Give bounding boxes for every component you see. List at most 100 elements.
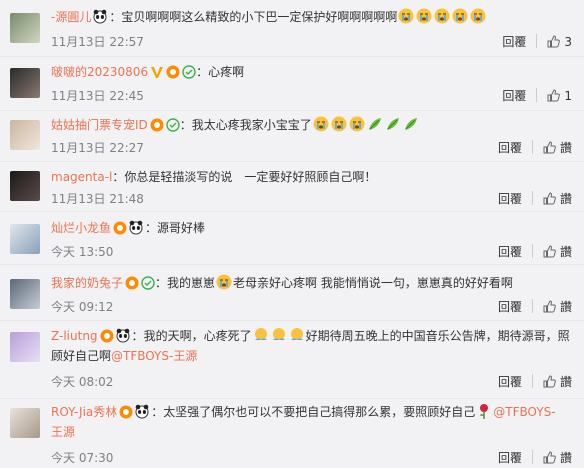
thumbs-up-icon: [543, 141, 556, 154]
comment-text: 我的崽崽: [167, 276, 216, 290]
crying-emoji-icon: [216, 274, 232, 290]
avatar[interactable]: [10, 68, 40, 98]
comment-line: 顾好自己啊@TFBOYS-王源: [51, 346, 572, 366]
comment-actions: 回覆 1: [502, 87, 572, 104]
timestamp: 今天 13:50: [51, 245, 114, 259]
comment-list: -源圓儿 ：宝贝啊啊啊这么精致的小下巴一定保护好啊啊啊啊啊 11月13日 22:5…: [0, 0, 584, 468]
timestamp: 今天 07:30: [51, 451, 114, 465]
like-count: 1: [564, 89, 572, 103]
reply-button[interactable]: 回覆: [502, 89, 526, 103]
like-button[interactable]: 3: [547, 35, 572, 49]
avatar[interactable]: [10, 13, 40, 43]
thumbs-up-icon: [543, 300, 556, 313]
panda-icon: [116, 328, 130, 343]
like-count: 讚: [559, 245, 572, 259]
comment-text: 好期待周五晚上的中国音乐公告牌，期待源哥，照: [305, 329, 570, 343]
comment-text: 源哥好棒: [157, 221, 206, 235]
thumbs-up-icon: [547, 35, 561, 48]
comment-line: 啵啵的20230806 ：心疼啊: [51, 65, 245, 79]
comment-actions: 回覆 讚: [498, 373, 572, 390]
comment-text: 宝贝啊啊啊这么精致的小下巴一定保护好啊啊啊啊啊: [121, 10, 398, 24]
member-level-icon: [113, 221, 127, 235]
reply-button[interactable]: 回覆: [498, 141, 522, 155]
reply-button[interactable]: 回覆: [498, 192, 522, 206]
thumbs-up-icon: [543, 192, 556, 205]
thumbs-up-icon: [543, 375, 556, 388]
hug-emoji-icon: [254, 328, 267, 340]
leaf-icon: [368, 118, 381, 130]
avatar[interactable]: [10, 332, 40, 362]
like-button[interactable]: 讚: [543, 192, 572, 206]
comment-item: 灿烂小龙鱼 ：源哥好棒 今天 13:50 回覆 讚: [0, 212, 584, 265]
username-link[interactable]: 姑姑抽门票专宠ID: [51, 118, 148, 132]
username-link[interactable]: magenta-l: [51, 170, 112, 184]
avatar[interactable]: [10, 224, 40, 254]
username-link[interactable]: Z-liutng: [51, 329, 98, 343]
like-count: 3: [564, 35, 572, 49]
comment-item: 啵啵的20230806 ：心疼啊 11月13日 22:45 回覆 1: [0, 57, 584, 111]
divider: [531, 244, 533, 258]
avatar[interactable]: [10, 279, 40, 309]
comment-actions: 回覆 讚: [498, 139, 572, 156]
reply-button[interactable]: 回覆: [502, 35, 526, 49]
crying-emoji-icon: [331, 116, 347, 132]
comment-actions: 回覆 讚: [498, 190, 572, 207]
username-link[interactable]: ROY-Jia秀林: [51, 405, 117, 419]
divider: [531, 450, 533, 464]
username-link[interactable]: 啵啵的20230806: [51, 65, 148, 79]
comment-text: 老母亲好心疼啊 我能悄悄说一句，崽崽真的好好看啊: [233, 276, 513, 290]
like-button[interactable]: 讚: [543, 300, 572, 314]
timestamp: 11月13日 22:27: [51, 141, 144, 155]
crying-emoji-icon: [434, 8, 450, 24]
reply-button[interactable]: 回覆: [498, 375, 522, 389]
reply-button[interactable]: 回覆: [498, 245, 522, 259]
comment-line: 灿烂小龙鱼 ：源哥好棒: [51, 220, 206, 235]
timestamp: 11月13日 22:45: [51, 89, 144, 103]
comment-text: 太坚强了偶尔也可以不要把自己搞得那么累，要照顾好自己: [163, 405, 476, 419]
comment-actions: 回覆 讚: [498, 298, 572, 315]
mention-link[interactable]: 王源: [51, 425, 75, 439]
thumbs-up-icon: [543, 245, 556, 258]
avatar[interactable]: [10, 408, 40, 438]
comment-item: magenta-l：你总是轻描淡写的说 一定要好好照顾自己啊！ 11月13日 2…: [0, 162, 584, 212]
crying-emoji-icon: [398, 8, 414, 24]
comment-line: ROY-Jia秀林 ：太坚强了偶尔也可以不要把自己搞得那么累，要照顾好自己 @TFB…: [51, 404, 556, 419]
comment-item: Z-liutng ：我的天啊，心疼死了 好期待周五晚上的中国音乐公告牌，期待源哥，照…: [0, 321, 584, 399]
like-button[interactable]: 讚: [543, 375, 572, 389]
username-link[interactable]: 我家的奶兔子: [51, 276, 123, 290]
like-button[interactable]: 讚: [543, 141, 572, 155]
comment-line: magenta-l：你总是轻描淡写的说 一定要好好照顾自己啊！: [51, 170, 377, 184]
member-level-icon: [125, 276, 139, 290]
divider: [531, 299, 533, 313]
like-count: 讚: [559, 141, 572, 155]
divider: [536, 88, 538, 102]
username-link[interactable]: 灿烂小龙鱼: [51, 221, 111, 235]
mention-link[interactable]: @TFBOYS-王源: [111, 349, 197, 363]
vip-badge-icon: [151, 67, 164, 78]
comment-text: 我的天啊，心疼死了: [143, 329, 252, 343]
like-count: 讚: [559, 192, 572, 206]
like-button[interactable]: 讚: [543, 451, 572, 465]
like-button[interactable]: 讚: [543, 245, 572, 259]
comment-actions: 回覆 讚: [498, 449, 572, 466]
comment-line: 王源: [51, 422, 572, 442]
avatar[interactable]: [10, 171, 40, 201]
reply-button[interactable]: 回覆: [498, 451, 522, 465]
username-link[interactable]: -源圓儿: [51, 10, 91, 24]
like-button[interactable]: 1: [547, 89, 572, 103]
avatar[interactable]: [10, 120, 40, 150]
comment-item: ROY-Jia秀林 ：太坚强了偶尔也可以不要把自己搞得那么累，要照顾好自己 @TFB…: [0, 399, 584, 468]
member-level-icon: [119, 405, 133, 419]
reply-button[interactable]: 回覆: [498, 300, 522, 314]
comment-item: 姑姑抽门票专宠ID ：我太心疼我家小宝宝了 11月13日 22:27 回覆 讚: [0, 111, 584, 162]
fan-badge-icon: [166, 118, 180, 132]
member-level-icon: [166, 65, 180, 79]
panda-icon: [93, 9, 107, 24]
timestamp: 11月13日 22:57: [51, 35, 144, 49]
like-count: 讚: [559, 375, 572, 389]
crying-emoji-icon: [349, 116, 365, 132]
panda-icon: [135, 404, 149, 419]
hug-emoji-icon: [290, 328, 303, 340]
leaf-icon: [386, 118, 399, 130]
mention-link[interactable]: @TFBOYS-: [493, 405, 555, 419]
